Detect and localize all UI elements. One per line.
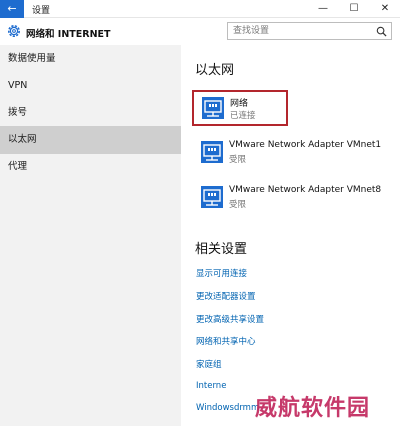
- close-button[interactable]: ✕: [370, 0, 400, 18]
- link-change-advanced-sharing[interactable]: 更改高级共享设置: [196, 313, 264, 325]
- title-bar: ← 设置 — ☐ ✕: [0, 0, 400, 18]
- gear-icon: [8, 25, 20, 37]
- page-title: 以太网: [195, 63, 235, 78]
- link-internet-options[interactable]: Interne: [196, 381, 226, 391]
- back-button[interactable]: ←: [0, 0, 24, 18]
- link-homegroup[interactable]: 家庭组: [196, 358, 222, 370]
- search-box[interactable]: [227, 22, 392, 40]
- network-status: 受限: [229, 155, 247, 165]
- page-header: 网络和 INTERNET: [0, 18, 400, 45]
- sidebar-item-dialup[interactable]: 拨号: [0, 99, 181, 127]
- network-name: VMware Network Adapter VMnet8: [229, 185, 382, 195]
- search-input[interactable]: [233, 25, 368, 37]
- network-status: 受限: [229, 200, 247, 210]
- network-item-vmnet8[interactable]: VMware Network Adapter VMnet8 受限: [193, 181, 393, 217]
- minimize-button[interactable]: —: [308, 0, 338, 18]
- link-windows-firewall[interactable]: Windowsdrmm: [196, 403, 259, 413]
- sidebar-item-data-usage[interactable]: 数据使用量: [0, 45, 181, 73]
- link-network-sharing-center[interactable]: 网络和共享中心: [196, 335, 256, 347]
- search-icon[interactable]: [376, 26, 387, 37]
- watermark: 威航软件园: [255, 395, 371, 421]
- network-adapter-icon: [202, 97, 224, 119]
- maximize-button[interactable]: ☐: [339, 0, 369, 18]
- network-item-ethernet[interactable]: 网络 已连接: [192, 90, 288, 126]
- sidebar-item-vpn[interactable]: VPN: [0, 72, 181, 100]
- sidebar-item-proxy[interactable]: 代理: [0, 153, 181, 181]
- link-change-adapter-settings[interactable]: 更改适配器设置: [196, 290, 256, 302]
- window-title: 设置: [32, 6, 51, 16]
- section-title: 网络和 INTERNET: [26, 29, 111, 40]
- related-settings-title: 相关设置: [195, 242, 248, 257]
- network-name: 网络: [230, 99, 249, 109]
- sidebar-item-ethernet[interactable]: 以太网: [0, 126, 181, 154]
- link-show-available-connections[interactable]: 显示可用连接: [196, 267, 247, 279]
- network-status: 已连接: [230, 111, 256, 121]
- network-adapter-icon: [201, 186, 223, 208]
- main-content: 以太网 网络 已连接 VMware Network Adapter VMnet1…: [181, 45, 400, 426]
- network-adapter-icon: [201, 141, 223, 163]
- network-item-vmnet1[interactable]: VMware Network Adapter VMnet1 受限: [193, 136, 393, 172]
- sidebar: 数据使用量 VPN 拨号 以太网 代理: [0, 45, 181, 426]
- network-name: VMware Network Adapter VMnet1: [229, 140, 382, 150]
